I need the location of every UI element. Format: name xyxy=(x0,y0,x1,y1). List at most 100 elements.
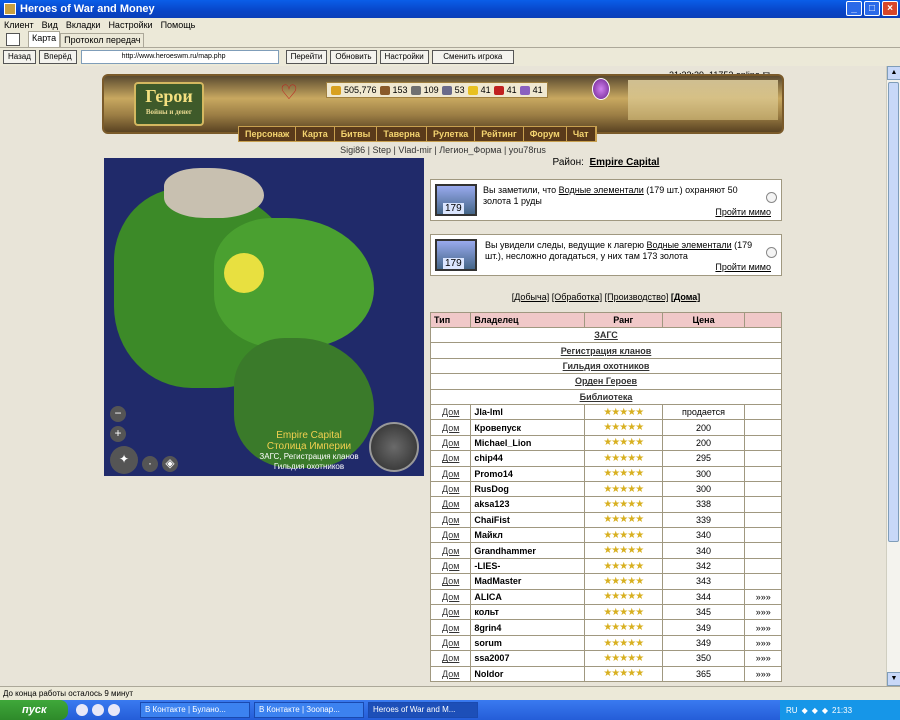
language-indicator[interactable]: RU xyxy=(786,706,798,715)
monster-link[interactable]: Водные элементали xyxy=(647,240,732,250)
owner-name[interactable]: ALICA xyxy=(470,588,585,606)
house-type-link[interactable]: Дом xyxy=(429,450,472,467)
game-logo[interactable]: Герои Войны и денег xyxy=(134,82,204,126)
world-map[interactable]: − + ✦ · ◈ Empire Capital Столица Империи … xyxy=(104,158,424,476)
owner-name[interactable]: ChaiFist xyxy=(470,511,585,529)
event-radio[interactable] xyxy=(766,192,777,203)
nav-tavern[interactable]: Таверна xyxy=(377,127,427,141)
owner-name[interactable]: Noldor xyxy=(470,665,585,682)
more-link[interactable] xyxy=(744,419,782,436)
more-link[interactable] xyxy=(744,542,782,559)
house-type-link[interactable]: Дом xyxy=(429,604,472,621)
house-type-link[interactable]: Дом xyxy=(429,619,472,636)
district-link[interactable]: Empire Capital xyxy=(589,157,659,168)
more-link[interactable]: »»» xyxy=(744,604,782,621)
go-button[interactable]: Перейти xyxy=(285,50,328,64)
more-link[interactable] xyxy=(744,573,782,590)
more-link[interactable] xyxy=(744,450,782,467)
cat-processing[interactable]: [Обработка] xyxy=(552,292,602,302)
more-link[interactable] xyxy=(744,403,782,421)
owner-name[interactable]: Майкл xyxy=(470,527,585,544)
cat-production[interactable]: [Производство] xyxy=(605,292,669,302)
menu-settings[interactable]: Настройки xyxy=(108,20,152,30)
taskbar-item[interactable]: В Контакте | Зоопар... xyxy=(254,702,364,718)
menu-tabs[interactable]: Вкладки xyxy=(66,20,101,30)
vertical-scrollbar[interactable]: ▲ ▼ xyxy=(886,66,900,686)
start-button[interactable]: пуск xyxy=(0,700,68,720)
owner-name[interactable]: Promo14 xyxy=(470,465,585,482)
map-tool-icon[interactable]: · xyxy=(142,456,158,472)
mana-flask-icon[interactable] xyxy=(592,78,610,100)
house-type-link[interactable]: Дом xyxy=(429,434,472,452)
house-type-link[interactable]: Дом xyxy=(429,465,472,482)
more-link[interactable]: »»» xyxy=(744,650,782,667)
owner-name[interactable]: Jla-lml xyxy=(470,403,585,421)
house-type-link[interactable]: Дом xyxy=(429,650,472,667)
url-field[interactable]: http://www.heroeswm.ru/map.php xyxy=(80,50,279,64)
nav-chat[interactable]: Чат xyxy=(567,127,596,141)
friend-links[interactable]: Sigi86 | Step | Vlad-mir | Легион_Форма … xyxy=(0,145,886,155)
building-link[interactable]: ЗАГС xyxy=(430,326,782,344)
map-layer-icon[interactable]: ◈ xyxy=(162,456,178,472)
house-type-link[interactable]: Дом xyxy=(429,588,472,606)
menu-client[interactable]: Клиент xyxy=(4,20,34,30)
monster-link[interactable]: Водные элементали xyxy=(559,185,644,195)
house-type-link[interactable]: Дом xyxy=(429,480,472,498)
new-tab-icon[interactable] xyxy=(6,33,20,46)
minimize-button[interactable]: _ xyxy=(846,1,862,16)
quicklaunch-icon[interactable] xyxy=(108,704,120,716)
compass-rose-icon[interactable]: ✦ xyxy=(110,446,138,474)
owner-name[interactable]: ssa2007 xyxy=(470,650,585,667)
cat-mining[interactable]: [Добыча] xyxy=(512,292,550,302)
nav-map[interactable]: Карта xyxy=(296,127,335,141)
more-link[interactable] xyxy=(744,434,782,452)
owner-name[interactable]: chip44 xyxy=(470,450,585,467)
pass-by-link[interactable]: Пройти мимо xyxy=(715,207,771,217)
more-link[interactable] xyxy=(744,557,782,575)
close-button[interactable]: × xyxy=(882,1,898,16)
tab-transfer-log[interactable]: Протокол передач xyxy=(60,33,145,47)
taskbar-item[interactable]: Heroes of War and M... xyxy=(368,702,478,718)
more-link[interactable] xyxy=(744,480,782,498)
forward-button[interactable]: Вперёд xyxy=(38,50,77,64)
more-link[interactable] xyxy=(744,465,782,482)
building-link[interactable]: Регистрация кланов xyxy=(430,342,782,359)
owner-name[interactable]: Кровепуск xyxy=(470,419,585,436)
nav-forum[interactable]: Форум xyxy=(524,127,567,141)
map-compass-icon[interactable] xyxy=(369,422,419,472)
scroll-down-icon[interactable]: ▼ xyxy=(887,672,900,686)
scroll-up-icon[interactable]: ▲ xyxy=(887,66,900,80)
owner-name[interactable]: Michael_Lion xyxy=(470,434,585,452)
tray-icon[interactable]: ◆ xyxy=(822,706,828,715)
more-link[interactable]: »»» xyxy=(744,619,782,636)
zoom-out-button[interactable]: − xyxy=(110,406,126,422)
nav-roulette[interactable]: Рулетка xyxy=(427,127,476,141)
house-type-link[interactable]: Дом xyxy=(429,419,472,436)
water-elemental-icon[interactable]: 179 xyxy=(435,184,477,216)
zoom-in-button[interactable]: + xyxy=(110,426,126,442)
house-type-link[interactable]: Дом xyxy=(429,527,472,544)
scroll-thumb[interactable] xyxy=(888,82,899,542)
cat-houses[interactable]: [Дома] xyxy=(671,292,700,302)
owner-name[interactable]: aksa123 xyxy=(470,496,585,513)
nav-battles[interactable]: Битвы xyxy=(335,127,378,141)
building-link[interactable]: Гильдия охотников xyxy=(430,357,782,375)
tray-icon[interactable]: ◆ xyxy=(812,706,818,715)
more-link[interactable]: »»» xyxy=(744,634,782,652)
owner-name[interactable]: MadMaster xyxy=(470,573,585,590)
house-type-link[interactable]: Дом xyxy=(429,542,472,559)
maximize-button[interactable]: □ xyxy=(864,1,880,16)
back-button[interactable]: Назад xyxy=(3,50,36,64)
nav-character[interactable]: Персонаж xyxy=(239,127,297,141)
house-type-link[interactable]: Дом xyxy=(429,634,472,652)
event-radio[interactable] xyxy=(766,247,777,258)
house-type-link[interactable]: Дом xyxy=(429,511,472,529)
house-type-link[interactable]: Дом xyxy=(429,496,472,513)
building-link[interactable]: Библиотека xyxy=(430,388,782,405)
more-link[interactable]: »»» xyxy=(744,588,782,606)
house-type-link[interactable]: Дом xyxy=(429,665,472,682)
settings-button[interactable]: Настройки xyxy=(379,50,429,64)
owner-name[interactable]: sorum xyxy=(470,634,585,652)
owner-name[interactable]: 8grin4 xyxy=(470,619,585,636)
building-link[interactable]: Орден Героев xyxy=(430,373,782,390)
